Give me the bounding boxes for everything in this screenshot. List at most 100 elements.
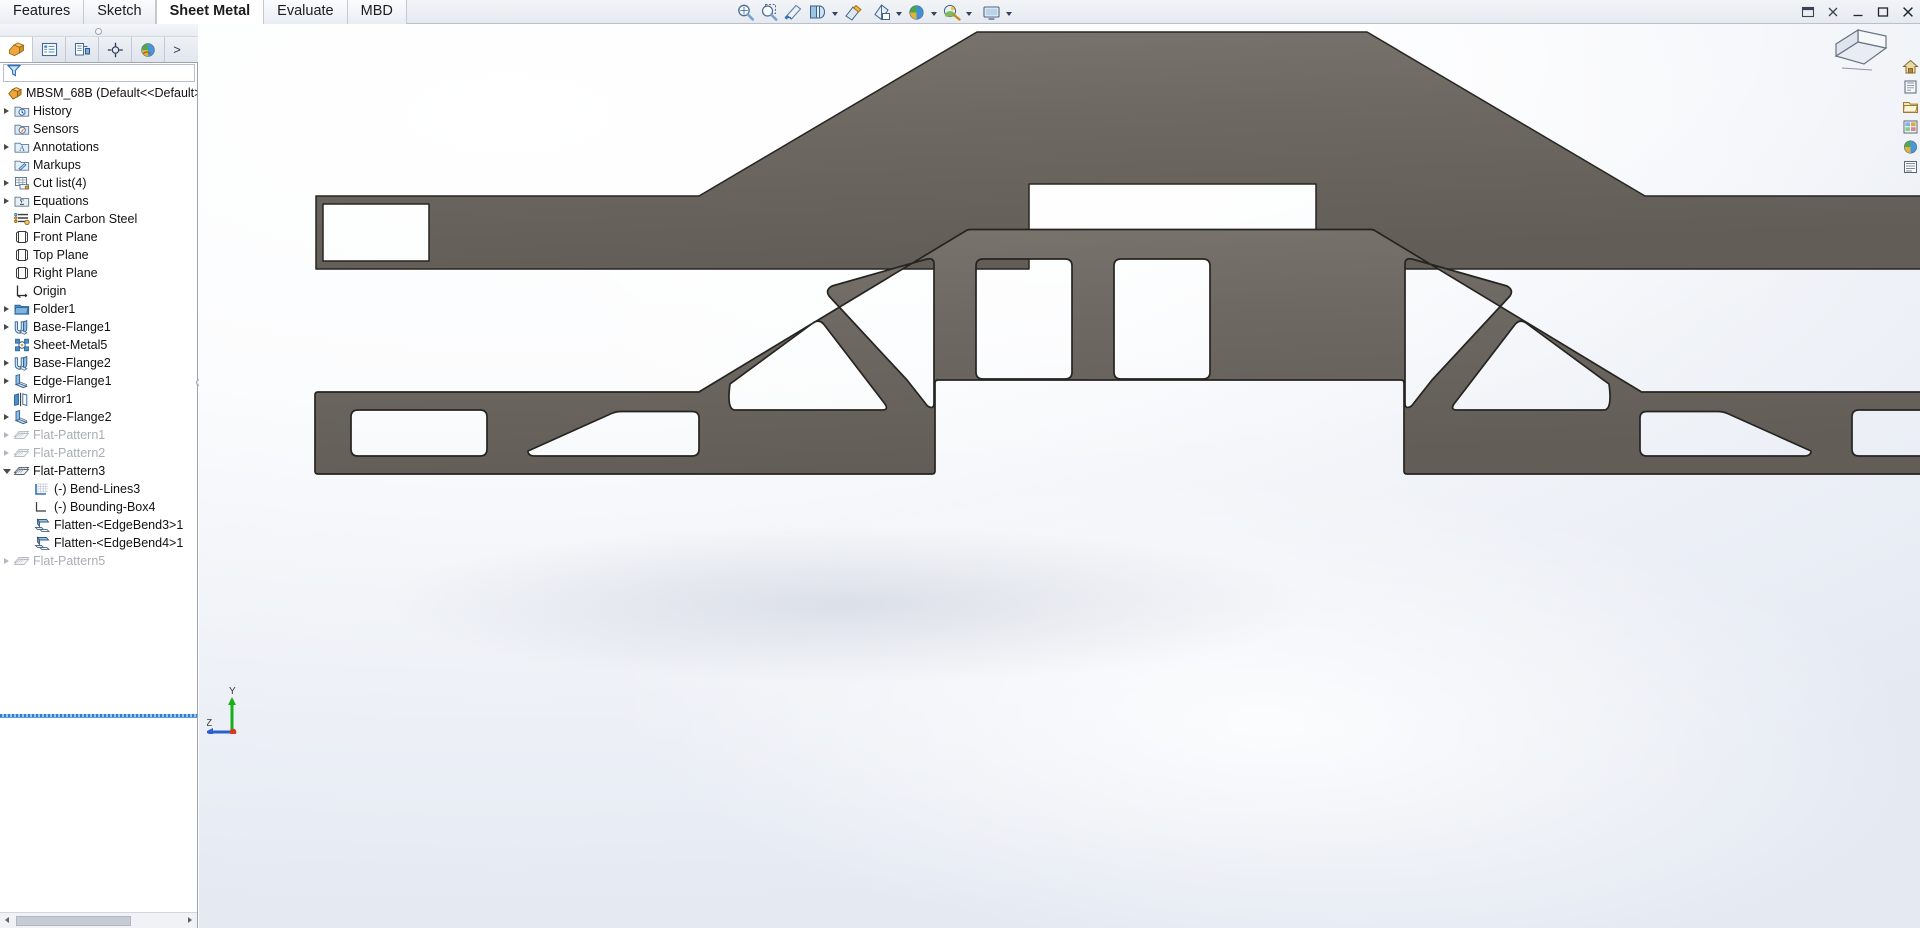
maximize-icon[interactable]: [1875, 4, 1891, 20]
tree-item-edge-flange1[interactable]: Edge-Flange1: [0, 372, 197, 390]
expander-flat-pattern2[interactable]: [0, 444, 13, 462]
scroll-right-icon[interactable]: [182, 913, 197, 928]
tree-item-flatten-edgebend3[interactable]: Flatten-<EdgeBend3>1: [0, 516, 197, 534]
root-expander[interactable]: [2, 84, 6, 102]
restore-doc-icon[interactable]: [1800, 4, 1816, 20]
tab-evaluate[interactable]: Evaluate: [264, 0, 348, 24]
tree-item-front-plane[interactable]: Front Plane: [0, 228, 197, 246]
open-folder-icon[interactable]: [1901, 98, 1919, 116]
expander-base-flange1[interactable]: [0, 318, 13, 336]
zoom-to-area-icon[interactable]: [759, 2, 780, 23]
panel-grip-handle[interactable]: [0, 24, 198, 37]
tree-item-folder1[interactable]: Folder1: [0, 300, 197, 318]
view-settings-icon[interactable]: [981, 2, 1002, 23]
property-manager-tab[interactable]: [33, 37, 66, 62]
tree-item-label: Front Plane: [33, 230, 98, 244]
feature-tree[interactable]: MBSM_68B (Default<<Default>_PhotoW Histo…: [0, 84, 197, 714]
scrollbar-thumb[interactable]: [16, 916, 131, 926]
expander-edge-flange2[interactable]: [0, 408, 13, 426]
expander-base-flange2[interactable]: [0, 354, 13, 372]
tree-item-base-flange1[interactable]: Base-Flange1: [0, 318, 197, 336]
expander-history[interactable]: [0, 102, 13, 120]
plane-icon: [13, 229, 30, 245]
tree-item-bend-lines3[interactable]: (-) Bend-Lines3: [0, 480, 197, 498]
appearance-chevron-down-icon[interactable]: [930, 2, 938, 23]
panel-more-tabs[interactable]: >: [165, 37, 189, 62]
tree-item-markups[interactable]: Markups: [0, 156, 197, 174]
tree-item-right-plane[interactable]: Right Plane: [0, 264, 197, 282]
tree-root-item[interactable]: MBSM_68B (Default<<Default>_PhotoW: [0, 84, 197, 102]
tree-item-flat-pattern2[interactable]: Flat-Pattern2: [0, 444, 197, 462]
tree-item-label: Flat-Pattern3: [33, 464, 106, 478]
hide-show-items-icon[interactable]: [871, 2, 892, 23]
tree-item-mirror1[interactable]: Mirror1: [0, 390, 197, 408]
tab-sketch[interactable]: Sketch: [84, 0, 156, 24]
expander-annotations[interactable]: [0, 138, 13, 156]
tree-item-edge-flange2[interactable]: Edge-Flange2: [0, 408, 197, 426]
expander-cut-list[interactable]: [0, 174, 13, 192]
expander-none: [0, 210, 13, 228]
expander-flat-pattern3[interactable]: [0, 462, 13, 480]
expander-none: [30, 480, 34, 498]
close-doc-icon[interactable]: [1825, 4, 1841, 20]
instant3d-icon[interactable]: [1901, 78, 1919, 96]
appearances-grid-icon[interactable]: [1901, 118, 1919, 136]
tree-item-origin[interactable]: Origin: [0, 282, 197, 300]
tree-item-flat-pattern3[interactable]: Flat-Pattern3: [0, 462, 197, 480]
feature-manager-tab[interactable]: [0, 37, 33, 62]
sheet-metal-flat-pattern-model[interactable]: [199, 24, 1920, 928]
tree-item-annotations[interactable]: A Annotations: [0, 138, 197, 156]
section-view-icon[interactable]: [783, 2, 804, 23]
tab-features[interactable]: Features: [0, 0, 85, 24]
display-style-icon[interactable]: [842, 2, 863, 23]
dimxpert-manager-tab[interactable]: [99, 37, 132, 62]
graphics-viewport[interactable]: Y Z: [199, 24, 1920, 928]
tree-item-history[interactable]: History: [0, 102, 197, 120]
triad-z-label: Z: [207, 718, 212, 729]
tab-sheet-metal[interactable]: Sheet Metal: [155, 0, 265, 24]
tree-item-cut-list[interactable]: Cut list(4): [0, 174, 197, 192]
tree-item-sheet-metal5[interactable]: Sheet-Metal5: [0, 336, 197, 354]
expander-folder1[interactable]: [0, 300, 13, 318]
edit-appearance-icon[interactable]: [906, 2, 927, 23]
expander-edge-flange1[interactable]: [0, 372, 13, 390]
tree-item-base-flange2[interactable]: Base-Flange2: [0, 354, 197, 372]
decals-icon[interactable]: [1901, 158, 1919, 176]
home-view-icon[interactable]: [1901, 58, 1919, 76]
view-orientation-chevron-down-icon[interactable]: [831, 2, 839, 23]
display-manager-tab[interactable]: [132, 37, 165, 62]
tree-item-flatten-edgebend4[interactable]: Flatten-<EdgeBend4>1: [0, 534, 197, 552]
tree-filter-row[interactable]: [3, 64, 195, 82]
hide-show-chevron-down-icon[interactable]: [895, 2, 903, 23]
zoom-to-fit-icon[interactable]: [735, 2, 756, 23]
flatten-icon: [34, 517, 51, 533]
view-cube-icon[interactable]: [1828, 26, 1894, 80]
scenes-icon[interactable]: [1901, 138, 1919, 156]
origin-icon: [13, 283, 30, 299]
tree-item-material[interactable]: Plain Carbon Steel: [0, 210, 197, 228]
apply-scene-icon[interactable]: [941, 2, 962, 23]
tree-item-flat-pattern1[interactable]: Flat-Pattern1: [0, 426, 197, 444]
scroll-left-icon[interactable]: [0, 913, 15, 928]
tree-item-top-plane[interactable]: Top Plane: [0, 246, 197, 264]
tree-item-equations[interactable]: Σ Equations: [0, 192, 197, 210]
expander-flat-pattern5[interactable]: [0, 552, 13, 570]
expander-flat-pattern1[interactable]: [0, 426, 13, 444]
tree-item-sensors[interactable]: Sensors: [0, 120, 197, 138]
tree-horizontal-scrollbar[interactable]: [0, 912, 197, 928]
tree-item-flat-pattern5[interactable]: Flat-Pattern5: [0, 552, 197, 570]
view-settings-chevron-down-icon[interactable]: [1005, 2, 1013, 23]
panel-tabstrip: >: [0, 37, 198, 63]
view-orientation-icon[interactable]: [807, 2, 828, 23]
minimize-icon[interactable]: [1850, 4, 1866, 20]
close-icon[interactable]: [1900, 4, 1916, 20]
configuration-manager-tab[interactable]: [66, 37, 99, 62]
expander-equations[interactable]: [0, 192, 13, 210]
expander-none: [0, 282, 13, 300]
tab-mbd[interactable]: MBD: [347, 0, 407, 24]
expander-none: [0, 336, 13, 354]
tree-item-label: Flatten-<EdgeBend3>1: [54, 518, 184, 532]
scene-chevron-down-icon[interactable]: [965, 2, 973, 23]
tree-item-label: Cut list(4): [33, 176, 87, 190]
tree-item-bounding-box4[interactable]: (-) Bounding-Box4: [0, 498, 197, 516]
